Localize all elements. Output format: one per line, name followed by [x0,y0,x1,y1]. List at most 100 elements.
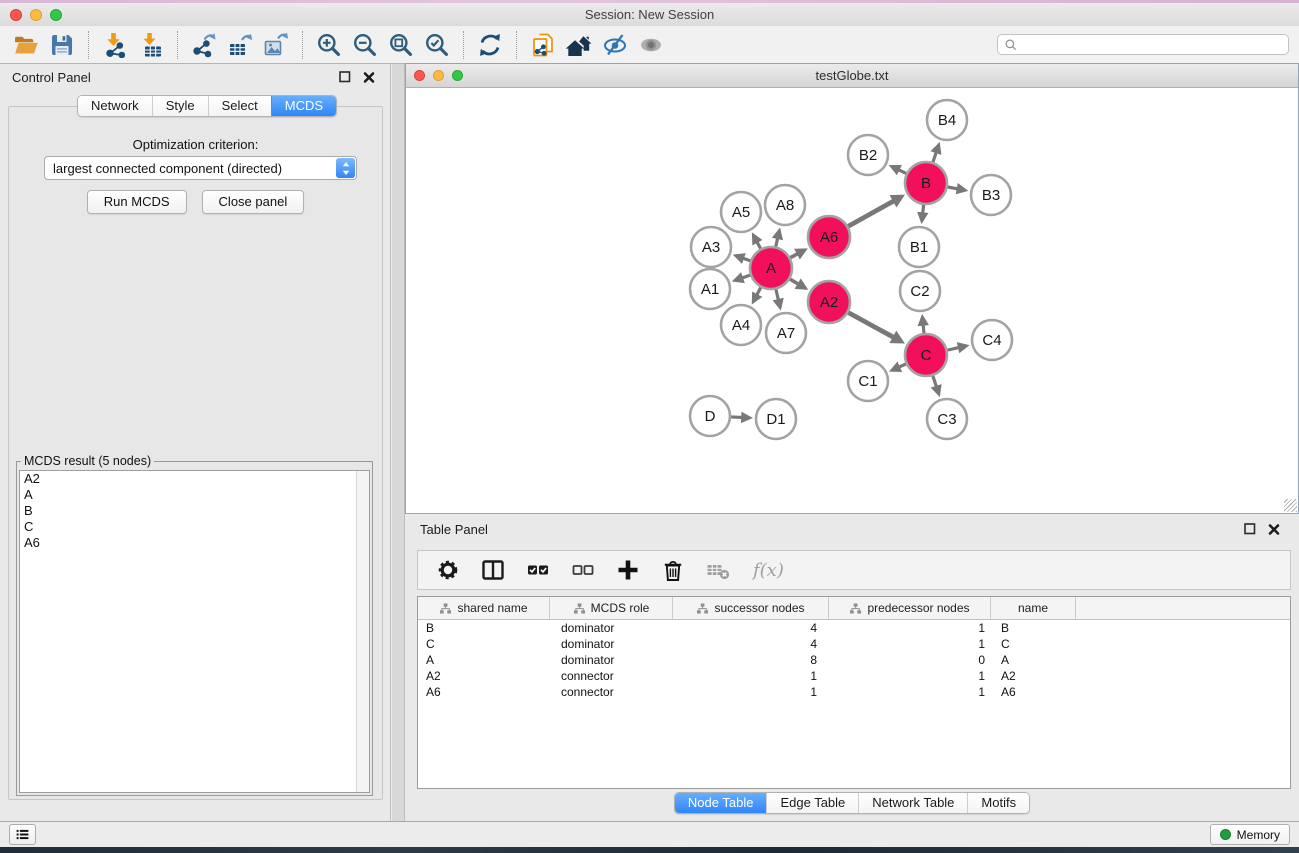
show-columns-button[interactable] [478,555,508,585]
table-panel-float-button[interactable] [1243,521,1259,537]
graph-edge-A-A3[interactable] [733,253,751,264]
hide-selected-button[interactable] [597,30,633,60]
control-panel-close-button[interactable] [362,69,378,85]
graph-edge-A-A5[interactable] [752,232,763,248]
mcds-result-item[interactable]: A2 [20,471,369,487]
table-row[interactable]: A6connector11A6 [418,684,1290,700]
zoom-out-button[interactable] [347,30,383,60]
deselect-all-button[interactable] [568,555,598,585]
mcds-result-list[interactable]: A2ABCA6 [19,470,370,793]
graph-node-A7[interactable]: A7 [766,313,806,353]
table-row[interactable]: Bdominator41B [418,620,1290,636]
zoom-selected-button[interactable] [419,30,455,60]
graph-node-A[interactable]: A [750,247,792,289]
run-mcds-button[interactable]: Run MCDS [87,190,187,214]
import-network-button[interactable] [97,30,133,60]
graph-node-A6[interactable]: A6 [808,216,850,258]
graph-edge-B-B4[interactable] [931,142,942,162]
apply-layout-button[interactable] [472,30,508,60]
graph-node-A5[interactable]: A5 [721,192,761,232]
graph-node-C4[interactable]: C4 [972,320,1012,360]
graph-edge-D-D1[interactable] [731,412,753,423]
graph-edge-A-A2[interactable] [790,278,808,289]
network-window-titlebar[interactable]: testGlobe.txt [406,64,1298,88]
graph-edge-C-C2[interactable] [918,314,929,333]
tab-network[interactable]: Network [78,96,152,116]
tab-style[interactable]: Style [152,96,208,116]
home-button[interactable] [561,30,597,60]
mcds-result-item[interactable]: A6 [20,535,369,551]
graph-edge-A-A7[interactable] [773,289,784,310]
graph-edge-C-C4[interactable] [947,342,969,353]
graph-node-B2[interactable]: B2 [848,135,888,175]
task-history-button[interactable] [9,824,36,845]
criterion-select[interactable]: largest connected component (directed) [44,156,357,180]
tab-node-table[interactable]: Node Table [675,793,767,813]
control-panel-float-button[interactable] [338,69,354,85]
table-row[interactable]: A2connector11A2 [418,668,1290,684]
graph-node-C[interactable]: C [905,334,947,376]
table-options-button[interactable] [433,555,463,585]
graph-edge-A-A8[interactable] [772,227,783,246]
search-box[interactable] [997,34,1289,55]
table-row[interactable]: Adominator80A [418,652,1290,668]
tab-select[interactable]: Select [208,96,271,116]
graph-edge-A-A6[interactable] [790,248,807,259]
close-mcds-panel-button[interactable]: Close panel [202,190,305,214]
column-header-successor-nodes[interactable]: successor nodes [673,597,829,619]
graph-node-D1[interactable]: D1 [756,399,796,439]
graph-node-D[interactable]: D [690,396,730,436]
graph-edge-C-C1[interactable] [889,362,906,372]
list-scrollbar[interactable] [356,471,369,792]
mcds-result-item[interactable]: A [20,487,369,503]
save-session-button[interactable] [44,30,80,60]
import-table-button[interactable] [133,30,169,60]
graph-node-A2[interactable]: A2 [808,281,850,323]
zoom-fit-button[interactable] [383,30,419,60]
graph-node-A1[interactable]: A1 [690,269,730,309]
delete-columns-button[interactable] [658,555,688,585]
panel-divider[interactable] [392,64,405,821]
table-row[interactable]: Cdominator41C [418,636,1290,652]
graph-node-C2[interactable]: C2 [900,271,940,311]
graph-edge-B-B3[interactable] [948,183,969,194]
tab-edge-table[interactable]: Edge Table [766,793,858,813]
add-column-button[interactable] [613,555,643,585]
graph-node-C1[interactable]: C1 [848,361,888,401]
graph-node-A3[interactable]: A3 [691,227,731,267]
network-graph[interactable]: B4 B2 B B3 A8A5 A6 A3 B1 A A1 C2 A2 A4A7 C4 C C1 D D1 C3 [406,88,1298,513]
tab-network-table[interactable]: Network Table [858,793,967,813]
graph-node-B1[interactable]: B1 [899,227,939,267]
graph-edge-C-C3[interactable] [931,376,942,397]
graph-node-B3[interactable]: B3 [971,175,1011,215]
zoom-in-button[interactable] [311,30,347,60]
column-header-predecessor-nodes[interactable]: predecessor nodes [829,597,991,619]
app-titlebar[interactable]: Session: New Session [0,3,1299,26]
network-canvas[interactable]: B4 B2 B B3 A8A5 A6 A3 B1 A A1 C2 A2 A4A7 C4 C C1 D D1 C3 [406,88,1298,513]
graph-node-B[interactable]: B [905,162,947,204]
graph-node-A8[interactable]: A8 [765,185,805,225]
export-table-button[interactable] [222,30,258,60]
tab-mcds[interactable]: MCDS [271,96,336,116]
export-network-button[interactable] [186,30,222,60]
mcds-result-item[interactable]: B [20,503,369,519]
graph-node-A4[interactable]: A4 [721,305,761,345]
open-file-button[interactable] [8,30,44,60]
tab-motifs[interactable]: Motifs [967,793,1029,813]
graph-edge-B-B2[interactable] [889,165,906,175]
search-input[interactable] [1022,38,1282,52]
graph-node-C3[interactable]: C3 [927,399,967,439]
column-header-mcds-role[interactable]: MCDS role [550,597,673,619]
graph-edge-A2-C[interactable] [848,313,905,344]
column-header-name[interactable]: name [991,597,1076,619]
graph-node-B4[interactable]: B4 [927,100,967,140]
graph-edge-B-B1[interactable] [917,205,928,224]
graph-edge-A6-B[interactable] [848,195,905,227]
memory-button[interactable]: Memory [1210,824,1290,845]
table-panel-close-button[interactable] [1267,521,1283,537]
column-header-shared-name[interactable]: shared name [418,597,550,619]
graph-edge-A-A4[interactable] [752,287,763,304]
resize-grip[interactable] [1284,499,1297,512]
export-image-button[interactable] [258,30,294,60]
graph-edge-A-A1[interactable] [732,272,750,283]
